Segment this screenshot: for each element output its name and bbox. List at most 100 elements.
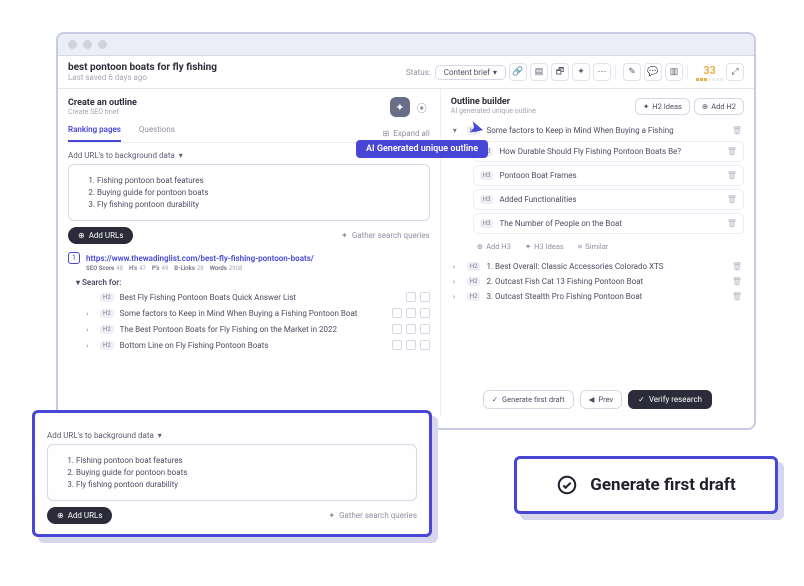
left-pane: Create an outline Create SEO brief ✦ ⦿ R… [58,89,441,417]
tab-ranking-pages[interactable]: Ranking pages [68,125,121,142]
status-dropdown[interactable]: Content brief▾ [435,65,506,80]
url-stats: SEO Score48 H's47 P's49 B-Links28 Words2… [86,265,430,272]
copy-icon[interactable] [406,308,416,318]
outline-h2-row[interactable]: ›H21. Best Overall: Classic Accessories … [451,259,744,274]
app-window: best pontoon boats for fly fishing Last … [56,32,756,430]
page-header: best pontoon boats for fly fishing Last … [58,56,754,89]
h3-ideas-button[interactable]: ✦ H3 Ideas [521,240,568,253]
trash-icon[interactable]: 🗑 [732,277,742,286]
h-badge: H2 [100,293,114,302]
shield-icon[interactable] [420,340,430,350]
more-icon[interactable]: ⋯ [593,63,611,81]
columns-icon[interactable]: ▥ [665,63,683,81]
outline-bottom-actions: ✓ Generate first draft ◀ Prev ✓ Verify r… [451,382,744,409]
bg-item: Fly fishing pontoon durability [76,480,404,489]
trash-icon[interactable]: 🗑 [732,126,742,135]
heading-row[interactable]: › H2 The Best Pontoon Boats for Fly Fish… [68,321,430,337]
trash-icon[interactable]: 🗑 [727,171,737,180]
add-h3-button[interactable]: ⊕ Add H3 [473,240,515,253]
main-split: Create an outline Create SEO brief ✦ ⦿ R… [58,89,754,417]
copy-icon[interactable] [406,324,416,334]
page-title: best pontoon boats for fly fishing [68,62,217,73]
callout-label: AI Generated unique outline [356,140,488,158]
chevron-down-icon: ▾ [493,68,497,77]
lightbulb-icon: ✦ [643,102,649,111]
bg-item: Fishing pontoon boat features [76,456,404,465]
add-urls-button[interactable]: ⊕Add URLs [68,227,133,244]
chevron-down-icon: ▾ [158,431,162,440]
add-urls-collapse[interactable]: Add URL's to background data▾ [47,431,417,440]
window-control-dot[interactable] [83,40,92,49]
outline-builder-title: Outline builder [451,97,536,107]
expand-icon: ⊞ [383,129,390,138]
ranking-url-link[interactable]: https://www.thewadinglist.com/best-fly-f… [86,254,314,263]
trash-icon[interactable]: 🗑 [727,147,737,156]
create-outline-title: Create an outline [68,98,137,108]
outline-h3-row[interactable]: H3The Number of People on the Boat🗑 [473,213,744,234]
sparkle-icon[interactable] [392,308,402,318]
overlay-background-data-card: Add URL's to background data▾ Fishing po… [32,410,432,537]
link-icon[interactable]: 🔗 [509,63,527,81]
outline-tree: ▾ H2 Some factors to Keep in Mind When B… [451,123,744,304]
generate-first-draft-label: Generate first draft [590,475,735,495]
template-icon[interactable]: ▤ [530,63,548,81]
window-control-dot[interactable] [68,40,77,49]
status-label: Status: [406,68,431,77]
sparkle-icon[interactable] [392,324,402,334]
generate-first-draft-card[interactable]: Generate first draft [514,456,778,514]
copy-icon[interactable] [406,340,416,350]
shield-icon[interactable] [420,308,430,318]
prev-button[interactable]: ◀ Prev [580,390,623,409]
trash-icon[interactable]: 🗑 [732,262,742,271]
window-control-dot[interactable] [98,40,107,49]
generate-first-draft-button[interactable]: ✓ Generate first draft [483,390,574,409]
verify-research-button[interactable]: ✓ Verify research [628,390,712,409]
url-card: 1 https://www.thewadinglist.com/best-fly… [68,252,430,353]
h2-ideas-button[interactable]: ✦H2 Ideas [635,98,690,115]
copy-icon[interactable] [406,292,416,302]
chevron-down-icon: ▾ [179,151,183,160]
outline-h3-row[interactable]: H3Pontoon Boat Frames🗑 [473,165,744,186]
search-for-label[interactable]: ▾ Search for: [76,278,430,287]
check-circle-icon [556,474,578,496]
plus-icon: ⊕ [702,102,708,111]
similar-button[interactable]: ≡ Similar [574,240,613,253]
tab-questions[interactable]: Questions [139,125,175,142]
add-h2-button[interactable]: ⊕Add H2 [694,98,744,115]
shield-icon[interactable] [420,292,430,302]
sparkle-icon[interactable] [392,340,402,350]
gather-queries-button[interactable]: ✦Gather search queries [341,231,430,240]
trash-icon[interactable]: 🗑 [727,195,737,204]
create-outline-sub: Create SEO brief [68,108,137,116]
outline-h2-row[interactable]: ›H22. Outcast Fish Cat 13 Fishing Pontoo… [451,274,744,289]
window-titlebar [58,34,754,56]
outline-h3-row[interactable]: H3Added Functionalities🗑 [473,189,744,210]
outline-h2-row[interactable]: ›H23. Outcast Stealth Pro Fishing Pontoo… [451,289,744,304]
integration-icon[interactable]: 🗗 [551,63,569,81]
heading-row[interactable]: › H2 Some factors to Keep in Mind When B… [68,305,430,321]
gather-queries-button[interactable]: ✦Gather search queries [328,511,417,520]
outline-h2-row[interactable]: ▾ H2 Some factors to Keep in Mind When B… [451,123,744,138]
chevron-down-icon: ▾ [453,126,461,135]
h-badge: H2 [100,309,114,318]
comment-icon[interactable]: 💬 [644,63,662,81]
add-urls-button[interactable]: ⊕Add URLs [47,507,112,524]
background-data-box: Fishing pontoon boat features Buying gui… [68,164,430,221]
expand-icon[interactable]: ⤢ [726,63,744,81]
saved-indicator: Last saved 6 days ago [68,73,217,82]
url-index: 1 [68,252,80,264]
shield-icon[interactable] [420,324,430,334]
wand-icon: ✦ [328,511,335,520]
trash-icon[interactable]: 🗑 [732,292,742,301]
ai-generate-button[interactable]: ✦ [390,97,410,117]
outline-h3-row[interactable]: H3How Durable Should Fly Fishing Pontoon… [473,141,744,162]
ai-icon[interactable]: ⦿ [414,99,430,115]
heading-row[interactable]: › H2 Bottom Line on Fly Fishing Pontoon … [68,337,430,353]
sparkle-icon[interactable]: ✦ [572,63,590,81]
edit-icon[interactable]: ✎ [623,63,641,81]
bg-item: Fly fishing pontoon durability [97,200,417,209]
trash-icon[interactable]: 🗑 [727,219,737,228]
h-badge: H2 [100,341,114,350]
heading-row[interactable]: H2 Best Fly Fishing Pontoon Boats Quick … [68,289,430,305]
plus-icon: ⊕ [78,231,85,240]
